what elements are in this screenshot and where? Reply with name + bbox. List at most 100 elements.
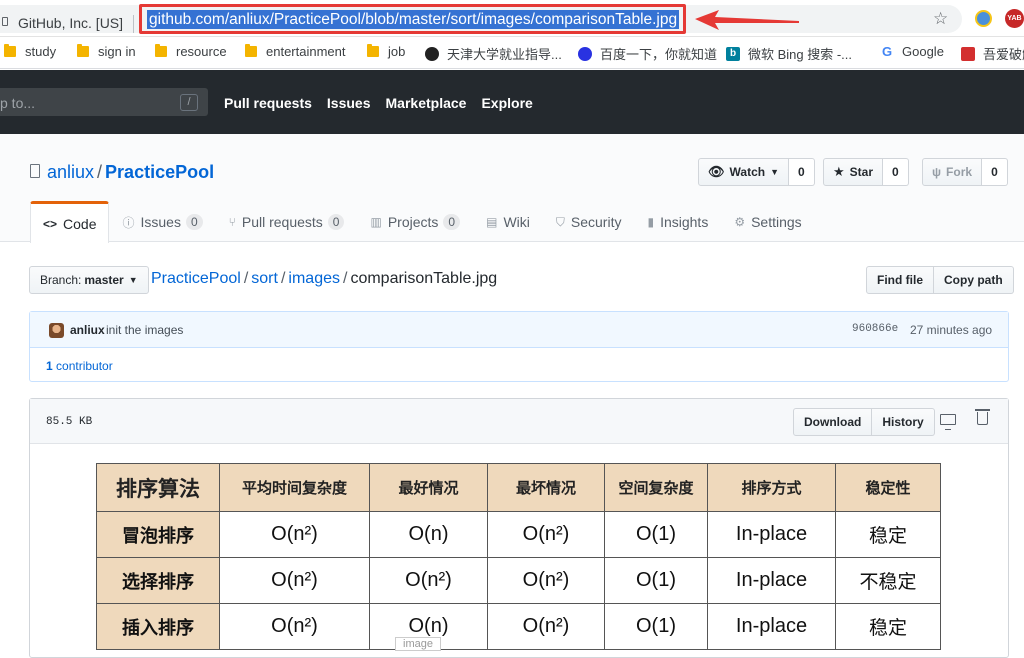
fork-count[interactable]: 0 bbox=[982, 158, 1008, 186]
search-input[interactable]: p to... / bbox=[0, 88, 208, 116]
folder-icon bbox=[4, 44, 16, 57]
star-count[interactable]: 0 bbox=[883, 158, 909, 186]
bookmark-entertainment[interactable]: entertainment bbox=[245, 44, 346, 59]
table-cell: O(1) bbox=[604, 557, 708, 604]
download-button[interactable]: Download bbox=[793, 408, 873, 436]
breadcrumb-sort[interactable]: sort bbox=[251, 270, 278, 287]
bookmark-label: Google bbox=[902, 44, 944, 59]
star-button[interactable]: ★ Star bbox=[823, 158, 883, 186]
table-header-cell: 空间复杂度 bbox=[604, 463, 708, 512]
commit-message[interactable]: init the images bbox=[106, 323, 183, 337]
find-file-button[interactable]: Find file bbox=[866, 266, 934, 294]
tab-wiki[interactable]: ▤ Wiki bbox=[473, 201, 543, 242]
branch-select-button[interactable]: Branch: master ▼ bbox=[29, 266, 149, 294]
tab-security[interactable]: ⛉ Security bbox=[543, 201, 635, 242]
tab-label: Wiki bbox=[503, 214, 530, 230]
fork-icon: ψ bbox=[932, 165, 942, 179]
nav-pull-requests[interactable]: Pull requests bbox=[224, 95, 312, 111]
repo-name-link[interactable]: PracticePool bbox=[105, 162, 214, 182]
tab-settings[interactable]: ⚙ Settings bbox=[721, 201, 814, 242]
bookmark-label: entertainment bbox=[266, 44, 346, 59]
bookmark-study[interactable]: study bbox=[4, 44, 56, 59]
url-annotation-box: github.com/anliux/PracticePool/blob/mast… bbox=[139, 4, 686, 34]
tab-insights[interactable]: ▮ Insights bbox=[634, 201, 721, 242]
tab-pull-requests[interactable]: ⑂ Pull requests 0 bbox=[216, 201, 358, 242]
table-cell: 稳定 bbox=[835, 603, 941, 650]
breadcrumb-separator: / bbox=[280, 270, 286, 287]
star-label: Star bbox=[849, 165, 873, 179]
branch-name: master bbox=[84, 273, 124, 287]
bookmark-google[interactable]: G Google bbox=[880, 44, 944, 59]
trash-icon[interactable] bbox=[975, 409, 990, 425]
contributors-link[interactable]: 1 contributor bbox=[46, 359, 113, 373]
tab-label: Code bbox=[63, 215, 97, 232]
tju-icon bbox=[425, 46, 439, 61]
52pojie-icon bbox=[961, 46, 975, 61]
bookmark-bing[interactable]: b 微软 Bing 搜索 -... bbox=[726, 44, 852, 63]
bookmark-label: job bbox=[388, 44, 406, 59]
extension-yab-icon[interactable]: YAB bbox=[1005, 9, 1024, 28]
star-icon: ★ bbox=[833, 164, 845, 179]
watch-count[interactable]: 0 bbox=[789, 158, 815, 186]
bookmark-job[interactable]: job bbox=[367, 44, 405, 59]
table-cell: 冒泡排序 bbox=[96, 511, 220, 558]
bookmark-label: resource bbox=[176, 44, 227, 59]
tab-code[interactable]: <> Code bbox=[30, 201, 110, 243]
commit-author-link[interactable]: anliux bbox=[70, 323, 105, 337]
commit-sha-link[interactable]: 960866e bbox=[852, 323, 898, 335]
commit-summary: anliux init the images 960866e 27 minute… bbox=[30, 312, 1008, 348]
baidu-icon bbox=[578, 46, 592, 61]
shield-icon: ⛉ bbox=[555, 214, 565, 229]
history-button[interactable]: History bbox=[872, 408, 935, 436]
table-header-cell: 稳定性 bbox=[835, 463, 941, 512]
tab-counter: 0 bbox=[443, 214, 461, 230]
bookmark-tju[interactable]: 天津大学就业指导... bbox=[425, 44, 562, 63]
contributors-count: 1 bbox=[46, 359, 53, 373]
browser-address-bar: GitHub, Inc. [US] github.com/anliux/Prac… bbox=[0, 0, 1024, 37]
omnibox-separator bbox=[133, 15, 134, 33]
folder-icon bbox=[155, 44, 167, 57]
file-nav-buttons: Find file Copy path bbox=[866, 266, 1014, 294]
tab-projects[interactable]: ▥ Projects 0 bbox=[357, 201, 473, 242]
google-icon: G bbox=[880, 43, 894, 59]
nav-marketplace[interactable]: Marketplace bbox=[386, 95, 467, 111]
copy-path-button[interactable]: Copy path bbox=[934, 266, 1014, 294]
bookmark-baidu[interactable]: 百度一下，你就知道 bbox=[578, 44, 717, 63]
desktop-icon[interactable] bbox=[940, 414, 956, 430]
tab-issues[interactable]: ⓘ Issues 0 bbox=[109, 201, 215, 242]
bookmarks-bar: study sign in resource entertainment job… bbox=[0, 37, 1024, 69]
avatar[interactable] bbox=[49, 323, 64, 338]
tab-label: Insights bbox=[660, 214, 709, 230]
gear-icon: ⚙ bbox=[734, 215, 746, 229]
table-cell: In-place bbox=[707, 511, 836, 558]
table-cell: O(n²) bbox=[487, 511, 605, 558]
bookmark-52pojie[interactable]: 吾爱破解 bbox=[961, 44, 1024, 63]
nav-issues[interactable]: Issues bbox=[327, 95, 371, 111]
table-header-cell: 排序算法 bbox=[96, 463, 220, 512]
folder-icon bbox=[367, 44, 379, 57]
breadcrumb-images[interactable]: images bbox=[288, 270, 340, 287]
bookmark-resource[interactable]: resource bbox=[155, 44, 227, 59]
bookmark-sign-in[interactable]: sign in bbox=[77, 44, 136, 59]
table-cell: 插入排序 bbox=[96, 603, 220, 650]
bookmark-label: 吾爱破解 bbox=[983, 47, 1024, 62]
lock-icon[interactable] bbox=[2, 17, 8, 26]
url-field[interactable]: github.com/anliux/PracticePool/blob/mast… bbox=[147, 10, 680, 29]
github-header: p to... / Pull requests Issues Marketpla… bbox=[0, 70, 1024, 134]
table-header-cell: 平均时间复杂度 bbox=[219, 463, 370, 512]
watch-button[interactable]: 👁 Watch ▼ bbox=[698, 158, 789, 186]
nav-explore[interactable]: Explore bbox=[481, 95, 532, 111]
fork-label: Fork bbox=[946, 165, 973, 179]
table-cell: In-place bbox=[707, 557, 836, 604]
pull-request-icon: ⑂ bbox=[228, 215, 236, 229]
bookmark-star-icon[interactable]: ☆ bbox=[933, 9, 948, 29]
comparison-table-image: 排序算法 平均时间复杂度 最好情况 最坏情况 空间复杂度 排序方式 稳定性 冒泡… bbox=[96, 463, 941, 653]
breadcrumb-repo[interactable]: PracticePool bbox=[151, 270, 241, 287]
tab-label: Settings bbox=[751, 214, 802, 230]
fork-button[interactable]: ψ Fork bbox=[922, 158, 983, 186]
extension-globe-icon[interactable] bbox=[975, 10, 992, 27]
repo-owner-link[interactable]: anliux bbox=[47, 162, 94, 182]
sorting-comparison-table: 排序算法 平均时间复杂度 最好情况 最坏情况 空间复杂度 排序方式 稳定性 冒泡… bbox=[96, 463, 941, 650]
site-identity[interactable]: GitHub, Inc. [US] bbox=[18, 15, 123, 31]
file-header: 85.5 KB Download History bbox=[30, 399, 1008, 444]
